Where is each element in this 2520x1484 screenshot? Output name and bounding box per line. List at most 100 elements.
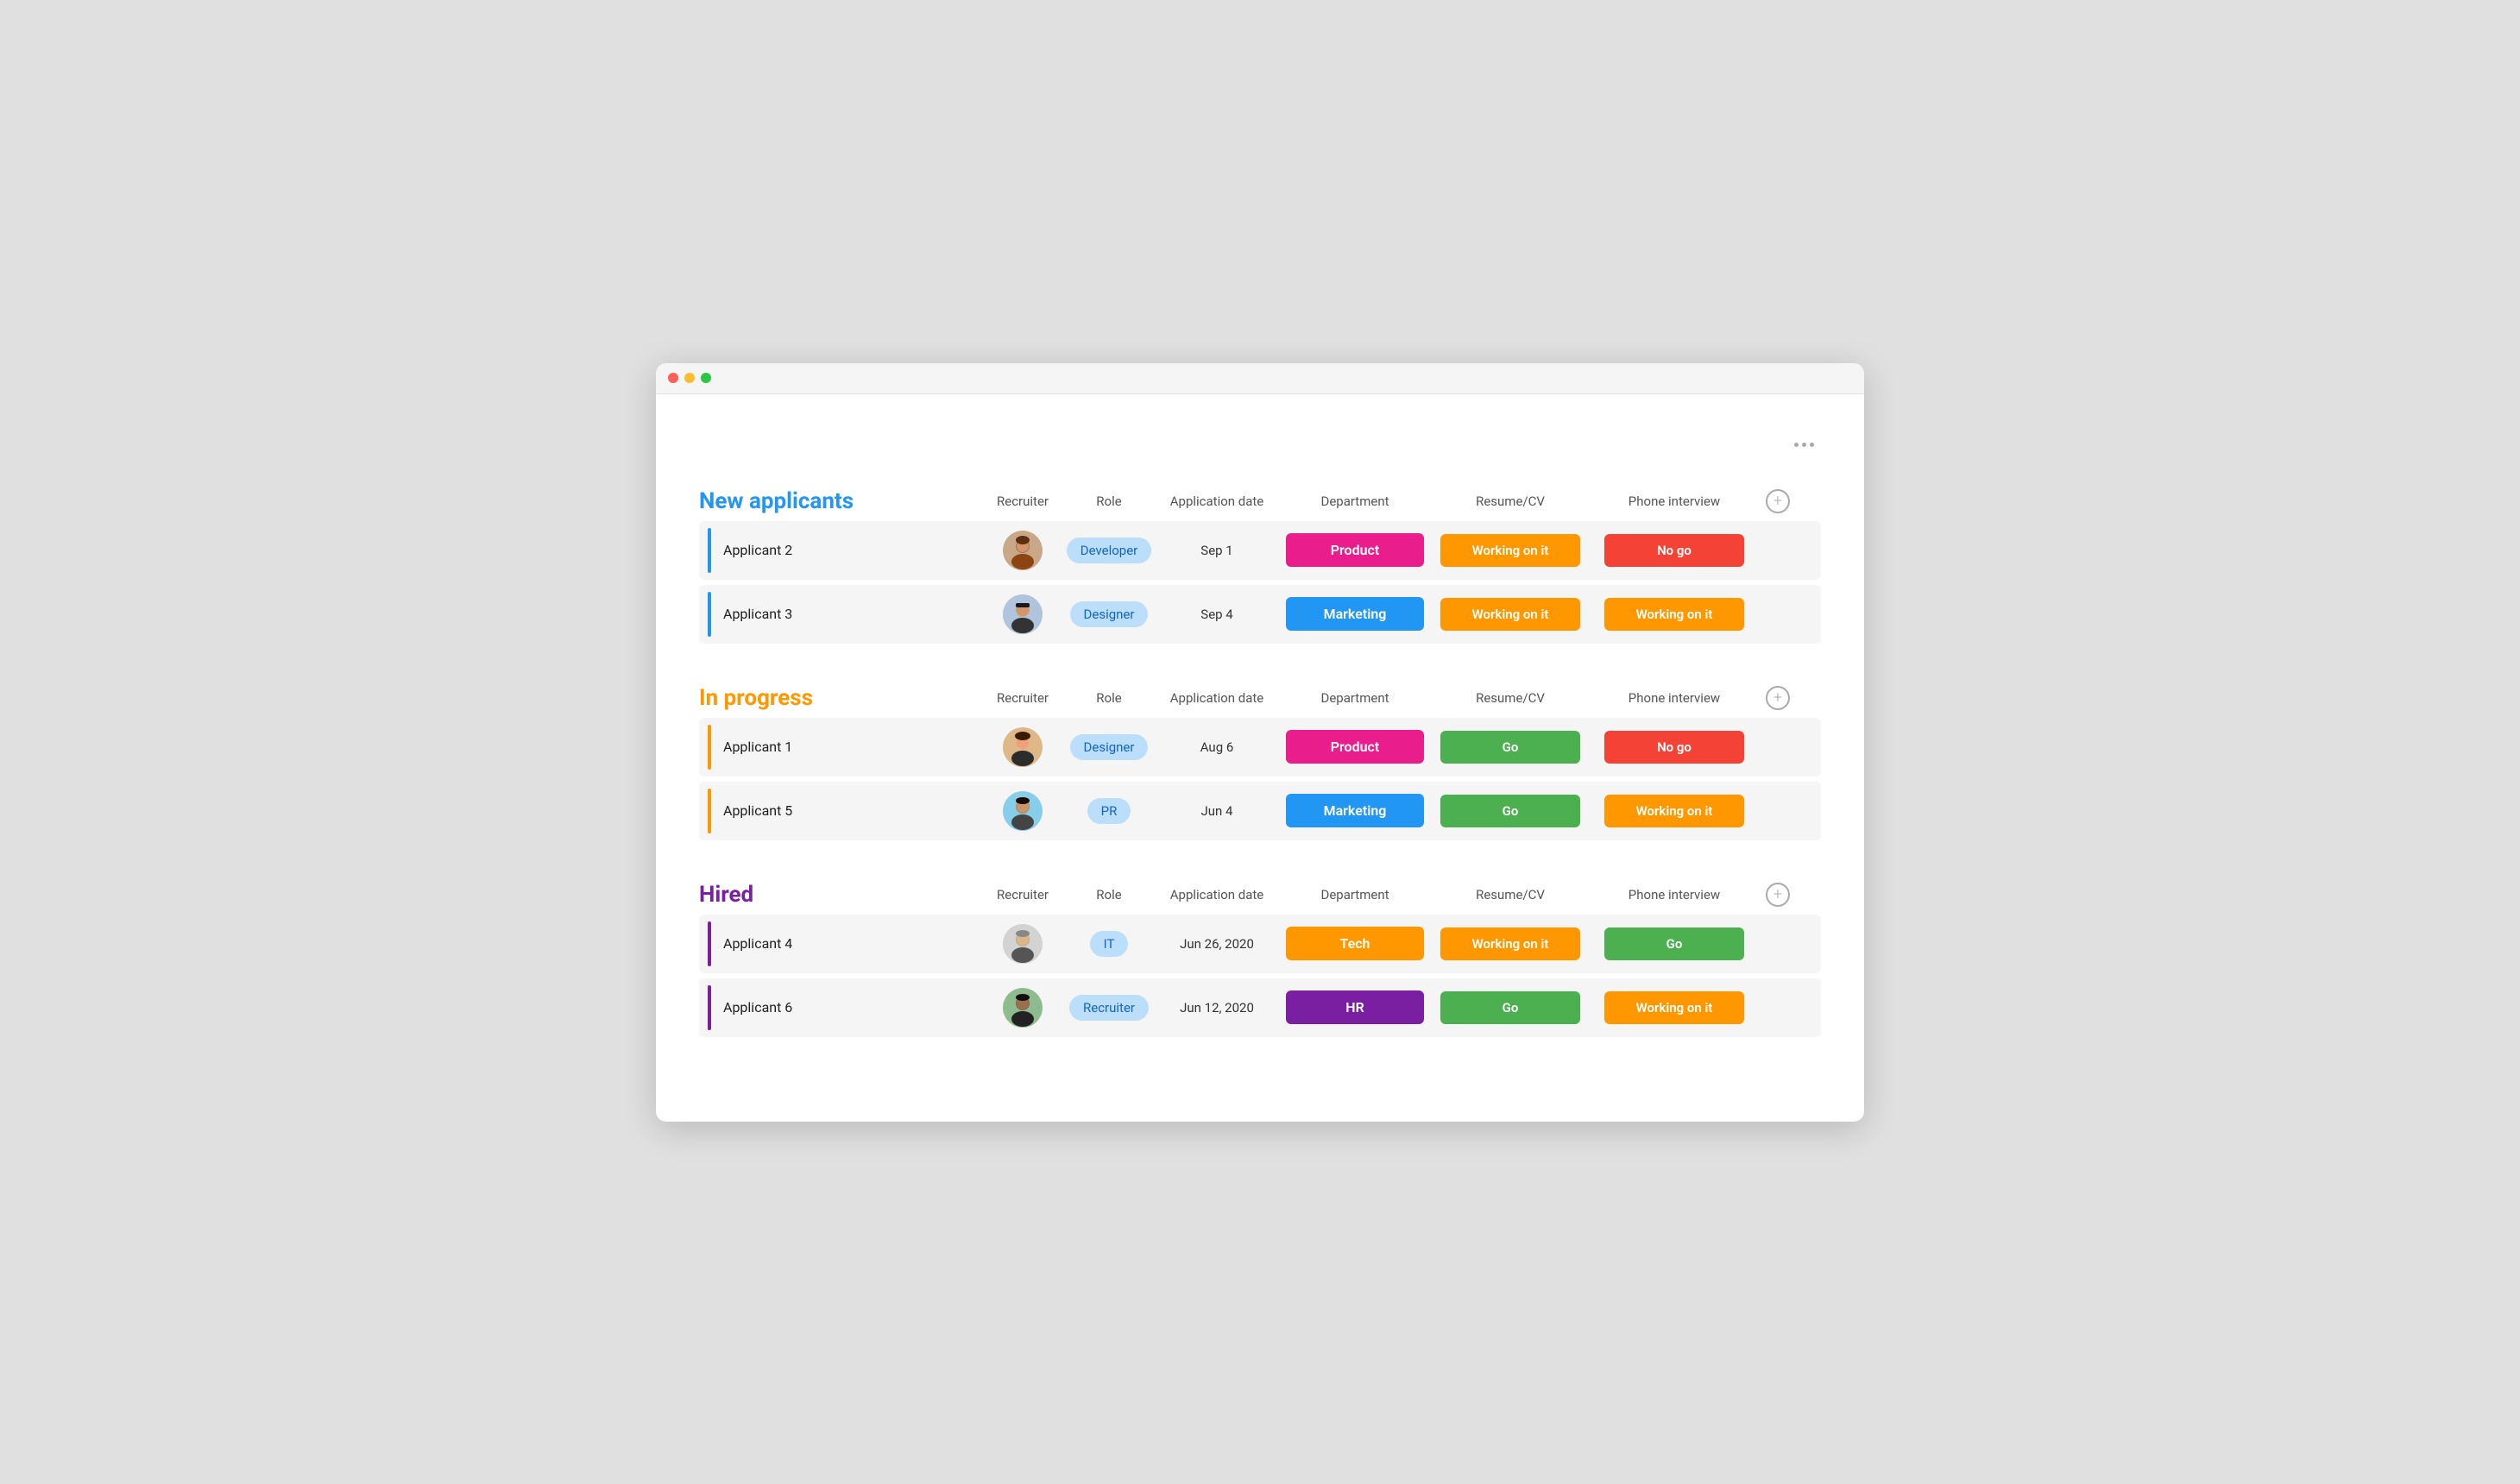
resume-cv-status: Go (1440, 991, 1580, 1024)
phone-interview-cell: No go (1588, 731, 1761, 764)
recruiter-cell (984, 531, 1062, 570)
department-cell: HR (1277, 990, 1433, 1024)
maximize-button[interactable] (701, 373, 711, 383)
application-date-cell: Jun 26, 2020 (1156, 936, 1277, 952)
resume-cv-status: Working on it (1440, 598, 1580, 631)
col-header-recruiter: Recruiter (984, 690, 1062, 706)
resume-cv-status: Go (1440, 731, 1580, 764)
applicant-name-cell: Applicant 3 (699, 592, 984, 637)
avatar (1003, 791, 1043, 831)
application-date-cell: Jun 12, 2020 (1156, 1000, 1277, 1016)
col-header-recruiter: Recruiter (984, 887, 1062, 902)
section-in-progress: In progressRecruiterRoleApplication date… (699, 685, 1821, 840)
role-badge: Recruiter (1069, 995, 1149, 1021)
col-header-resume_cv: Resume/CV (1433, 494, 1588, 509)
application-date-cell: Sep 1 (1156, 543, 1277, 558)
recruiter-cell (984, 988, 1062, 1028)
applicant-name-cell: Applicant 2 (699, 528, 984, 573)
resume-cv-cell: Go (1433, 795, 1588, 827)
close-button[interactable] (668, 373, 678, 383)
phone-interview-status: No go (1604, 731, 1744, 764)
applicant-name: Applicant 1 (723, 739, 792, 755)
section-title-new-applicants: New applicants (699, 488, 984, 514)
traffic-lights (668, 373, 711, 383)
col-header-phone_interview: Phone interview (1588, 690, 1761, 706)
table-row: Applicant 2 Developer Sep 1 Product Working… (699, 521, 1821, 580)
department-badge: Product (1286, 730, 1424, 764)
phone-interview-cell: Working on it (1588, 795, 1761, 827)
col-header-phone_interview: Phone interview (1588, 887, 1761, 902)
col-header-department: Department (1277, 494, 1433, 509)
resume-cv-cell: Working on it (1433, 598, 1588, 631)
section-title-hired: Hired (699, 882, 984, 908)
role-cell: Developer (1062, 538, 1156, 563)
page-header (699, 429, 1821, 454)
col-header-phone_interview: Phone interview (1588, 494, 1761, 509)
row-indicator-bar (708, 921, 711, 966)
department-badge: Tech (1286, 927, 1424, 960)
role-badge: IT (1090, 931, 1129, 957)
department-cell: Marketing (1277, 597, 1433, 631)
more-dot-3 (1810, 443, 1814, 447)
more-dot-1 (1794, 443, 1799, 447)
more-options-button[interactable] (1787, 436, 1821, 454)
table-row: Applicant 5 PRJun 4MarketingGoWorking on… (699, 782, 1821, 840)
col-header-application_date: Application date (1156, 690, 1277, 706)
resume-cv-status: Working on it (1440, 534, 1580, 567)
role-badge: Developer (1067, 538, 1152, 563)
add-circle-icon: + (1766, 883, 1790, 907)
applicant-name-cell: Applicant 5 (699, 789, 984, 833)
phone-interview-cell: Working on it (1588, 598, 1761, 631)
main-content: New applicantsRecruiterRoleApplication d… (656, 394, 1864, 1122)
role-cell: PR (1062, 798, 1156, 824)
phone-interview-cell: No go (1588, 534, 1761, 567)
col-header-resume_cv: Resume/CV (1433, 690, 1588, 706)
col-header-role: Role (1062, 494, 1156, 509)
role-cell: Designer (1062, 734, 1156, 760)
application-date-cell: Aug 6 (1156, 739, 1277, 755)
department-cell: Marketing (1277, 794, 1433, 827)
role-badge: PR (1087, 798, 1131, 824)
section-title-in-progress: In progress (699, 685, 984, 711)
applicant-name: Applicant 4 (723, 935, 792, 952)
table-row: Applicant 1 Designer Aug 6 Product Go No go (699, 718, 1821, 777)
applicant-name-cell: Applicant 6 (699, 985, 984, 1030)
col-header-resume_cv: Resume/CV (1433, 887, 1588, 902)
resume-cv-cell: Go (1433, 991, 1588, 1024)
applicant-name: Applicant 6 (723, 999, 792, 1016)
col-header-recruiter: Recruiter (984, 494, 1062, 509)
add-circle-icon: + (1766, 489, 1790, 513)
resume-cv-cell: Working on it (1433, 534, 1588, 567)
sections-container: New applicantsRecruiterRoleApplication d… (699, 488, 1821, 1037)
department-cell: Product (1277, 533, 1433, 567)
resume-cv-status: Go (1440, 795, 1580, 827)
recruiter-cell (984, 594, 1062, 634)
titlebar (656, 363, 1864, 394)
add-row-button-in-progress[interactable]: + (1761, 686, 1795, 710)
department-cell: Tech (1277, 927, 1433, 960)
col-header-department: Department (1277, 690, 1433, 706)
department-cell: Product (1277, 730, 1433, 764)
resume-cv-cell: Go (1433, 731, 1588, 764)
row-indicator-bar (708, 789, 711, 833)
role-cell: Recruiter (1062, 995, 1156, 1021)
avatar (1003, 594, 1043, 634)
department-badge: Marketing (1286, 794, 1424, 827)
section-new-applicants: New applicantsRecruiterRoleApplication d… (699, 488, 1821, 644)
avatar (1003, 988, 1043, 1028)
add-row-button-hired[interactable]: + (1761, 883, 1795, 907)
table-row: Applicant 6 RecruiterJun 12, 2020HRGoWor… (699, 978, 1821, 1037)
department-badge: Product (1286, 533, 1424, 567)
phone-interview-status: Working on it (1604, 598, 1744, 631)
app-window: New applicantsRecruiterRoleApplication d… (656, 363, 1864, 1122)
role-cell: Designer (1062, 601, 1156, 627)
department-badge: HR (1286, 990, 1424, 1024)
add-row-button-new-applicants[interactable]: + (1761, 489, 1795, 513)
applicant-name-cell: Applicant 1 (699, 725, 984, 770)
recruiter-cell (984, 727, 1062, 767)
col-header-application_date: Application date (1156, 887, 1277, 902)
resume-cv-status: Working on it (1440, 928, 1580, 960)
phone-interview-status: Go (1604, 928, 1744, 960)
role-badge: Designer (1070, 734, 1149, 760)
minimize-button[interactable] (684, 373, 695, 383)
